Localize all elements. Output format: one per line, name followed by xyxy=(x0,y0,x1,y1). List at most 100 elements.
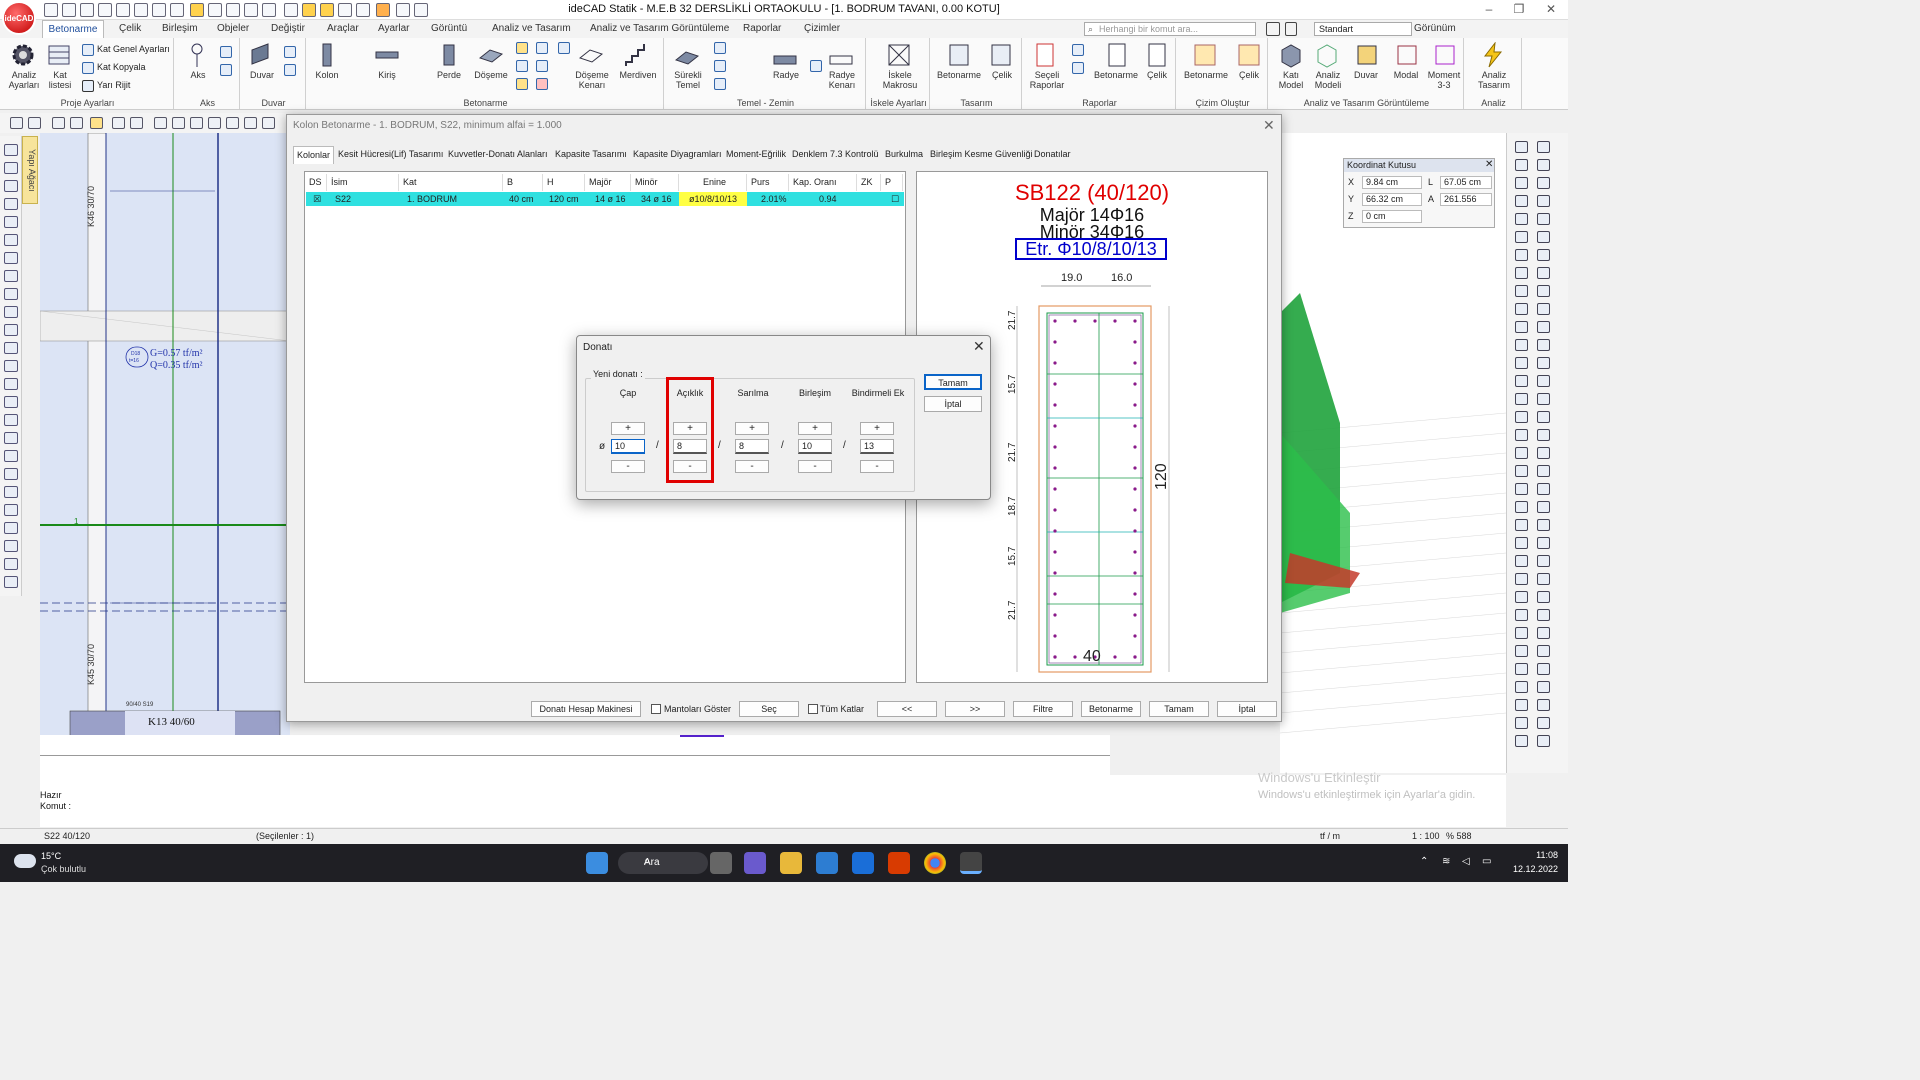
col-header-h[interactable]: H xyxy=(543,174,585,191)
col-header-b[interactable]: B xyxy=(503,174,543,191)
print-icon[interactable] xyxy=(170,3,184,17)
tool-icon[interactable] xyxy=(1537,699,1550,711)
kolon-button[interactable]: Kolon xyxy=(308,70,346,80)
tool-icon[interactable] xyxy=(1515,303,1528,315)
menu-birlesim[interactable]: Birleşim xyxy=(162,23,198,34)
rapor-celik-button[interactable]: Çelik xyxy=(1140,70,1174,80)
radye-button[interactable]: Radye xyxy=(766,70,806,80)
raft-tool-icon[interactable] xyxy=(810,60,822,72)
tool-icon[interactable] xyxy=(1515,645,1528,657)
tasarim-celik-button[interactable]: Çelik xyxy=(984,70,1020,80)
restore-button[interactable]: ❐ xyxy=(1504,2,1534,18)
semi-rigid-checkbox[interactable] xyxy=(82,80,94,92)
tool-icon[interactable] xyxy=(1515,627,1528,639)
command-prompt[interactable]: Komut : xyxy=(40,801,71,811)
analiz-ayarlari-button[interactable]: Analiz Ayarları xyxy=(6,70,42,90)
tool-icon[interactable] xyxy=(1515,573,1528,585)
tool-icon[interactable] xyxy=(1515,339,1528,351)
volume-icon[interactable]: ◁ xyxy=(1462,856,1470,867)
iptal-button[interactable]: İptal xyxy=(1217,701,1277,717)
tool-icon[interactable] xyxy=(4,432,18,444)
tab-kapasite-diyagramlari[interactable]: Kapasite Diyagramları xyxy=(630,146,725,164)
snap-point-icon[interactable] xyxy=(320,3,334,17)
wall-tool-2-icon[interactable] xyxy=(284,64,296,76)
slab-tool-5-icon[interactable] xyxy=(536,60,548,72)
col-header-enine[interactable]: Enine xyxy=(679,174,747,191)
store-icon[interactable] xyxy=(816,852,838,874)
tool-icon[interactable] xyxy=(4,198,18,210)
tum-katlar-checkbox[interactable] xyxy=(808,704,818,714)
wifi-icon[interactable]: ≋ xyxy=(1442,856,1450,867)
donati-ok-button[interactable]: Tamam xyxy=(924,374,982,390)
tool-icon[interactable] xyxy=(4,540,18,552)
analiz-modeli-button[interactable]: Analiz Modeli xyxy=(1308,70,1348,90)
kat-listesi-button[interactable]: Kat listesi xyxy=(42,70,78,90)
report-tool-1-icon[interactable] xyxy=(1072,44,1084,56)
tool-icon[interactable] xyxy=(1537,735,1550,747)
edit-icon[interactable] xyxy=(52,117,65,129)
menu-goruntu[interactable]: Görüntü xyxy=(431,23,467,34)
tool-icon[interactable] xyxy=(1515,231,1528,243)
tool-icon[interactable] xyxy=(1537,393,1550,405)
cap-input[interactable]: 10 xyxy=(611,439,645,454)
snap-grid-icon[interactable] xyxy=(302,3,316,17)
col-header-kat[interactable]: Kat xyxy=(399,174,503,191)
3d-view[interactable] xyxy=(1280,133,1506,773)
donati-close-button[interactable]: ✕ xyxy=(973,338,985,355)
wall-tool-icon[interactable] xyxy=(284,46,296,58)
angle-icon[interactable] xyxy=(262,3,276,17)
tool-icon[interactable] xyxy=(1515,159,1528,171)
cizim-betonarme-button[interactable]: Betonarme xyxy=(1178,70,1234,80)
tool-icon[interactable] xyxy=(4,504,18,516)
tool-icon[interactable] xyxy=(1515,555,1528,567)
tool-icon[interactable] xyxy=(1515,141,1528,153)
aks-button[interactable]: Aks xyxy=(178,70,218,80)
tool-icon[interactable] xyxy=(1537,681,1550,693)
cap-increase-button[interactable]: + xyxy=(611,422,645,435)
status-zoom[interactable]: % 588 xyxy=(1446,829,1472,844)
menu-betonarme[interactable]: Betonarme xyxy=(42,20,104,38)
tool-icon[interactable] xyxy=(1515,177,1528,189)
tool-icon[interactable] xyxy=(1537,339,1550,351)
tool-icon[interactable] xyxy=(1515,537,1528,549)
tool-icon[interactable] xyxy=(1537,303,1550,315)
col-header-p[interactable]: P xyxy=(881,174,903,191)
col-header-major[interactable]: Majör xyxy=(585,174,631,191)
tool-icon[interactable] xyxy=(1537,285,1550,297)
snap-icon[interactable] xyxy=(226,3,240,17)
moment-button[interactable]: Moment 3-3 xyxy=(1424,70,1464,90)
tool-icon[interactable] xyxy=(4,522,18,534)
radye-kenari-button[interactable]: Radye Kenarı xyxy=(820,70,864,90)
tool-icon[interactable] xyxy=(1537,717,1550,729)
secili-raporlar-button[interactable]: Seçeli Raporlar xyxy=(1026,70,1068,90)
filtre-button[interactable]: Filtre xyxy=(1013,701,1073,717)
bindirmeli-input[interactable]: 13 xyxy=(860,439,894,454)
menu-cizimler[interactable]: Çizimler xyxy=(804,23,840,34)
tool-icon[interactable] xyxy=(1515,717,1528,729)
tool-icon[interactable] xyxy=(1515,411,1528,423)
tool-icon[interactable] xyxy=(1515,213,1528,225)
bindirmeli-decrease-button[interactable]: - xyxy=(860,460,894,473)
tool-icon[interactable] xyxy=(4,270,18,282)
tool-icon[interactable] xyxy=(1515,501,1528,513)
modal-button[interactable]: Modal xyxy=(1388,70,1424,80)
trim-icon[interactable] xyxy=(356,3,370,17)
pan-all-icon[interactable] xyxy=(172,117,185,129)
coord-l-field[interactable]: 67.05 cm xyxy=(1440,176,1492,189)
col-header-isim[interactable]: İsim xyxy=(327,174,399,191)
weather-temp[interactable]: 15°C xyxy=(41,851,61,861)
open-folder-icon[interactable] xyxy=(80,3,94,17)
highlight-icon[interactable] xyxy=(90,117,103,129)
col-header-purs[interactable]: Purs xyxy=(747,174,789,191)
undo-icon[interactable] xyxy=(134,3,148,17)
betonarme-button[interactable]: Betonarme xyxy=(1081,701,1141,717)
menu-analiz-tasarim[interactable]: Analiz ve Tasarım xyxy=(492,23,571,34)
layer-icon[interactable] xyxy=(190,3,204,17)
rapor-betonarme-button[interactable]: Betonarme xyxy=(1090,70,1142,80)
tool-icon[interactable] xyxy=(4,558,18,570)
foundation-tool-1-icon[interactable] xyxy=(714,42,726,54)
save-as-icon[interactable] xyxy=(116,3,130,17)
axis-tool-icon[interactable] xyxy=(220,46,232,58)
tool-icon[interactable] xyxy=(1515,249,1528,261)
tool-icon[interactable] xyxy=(4,486,18,498)
